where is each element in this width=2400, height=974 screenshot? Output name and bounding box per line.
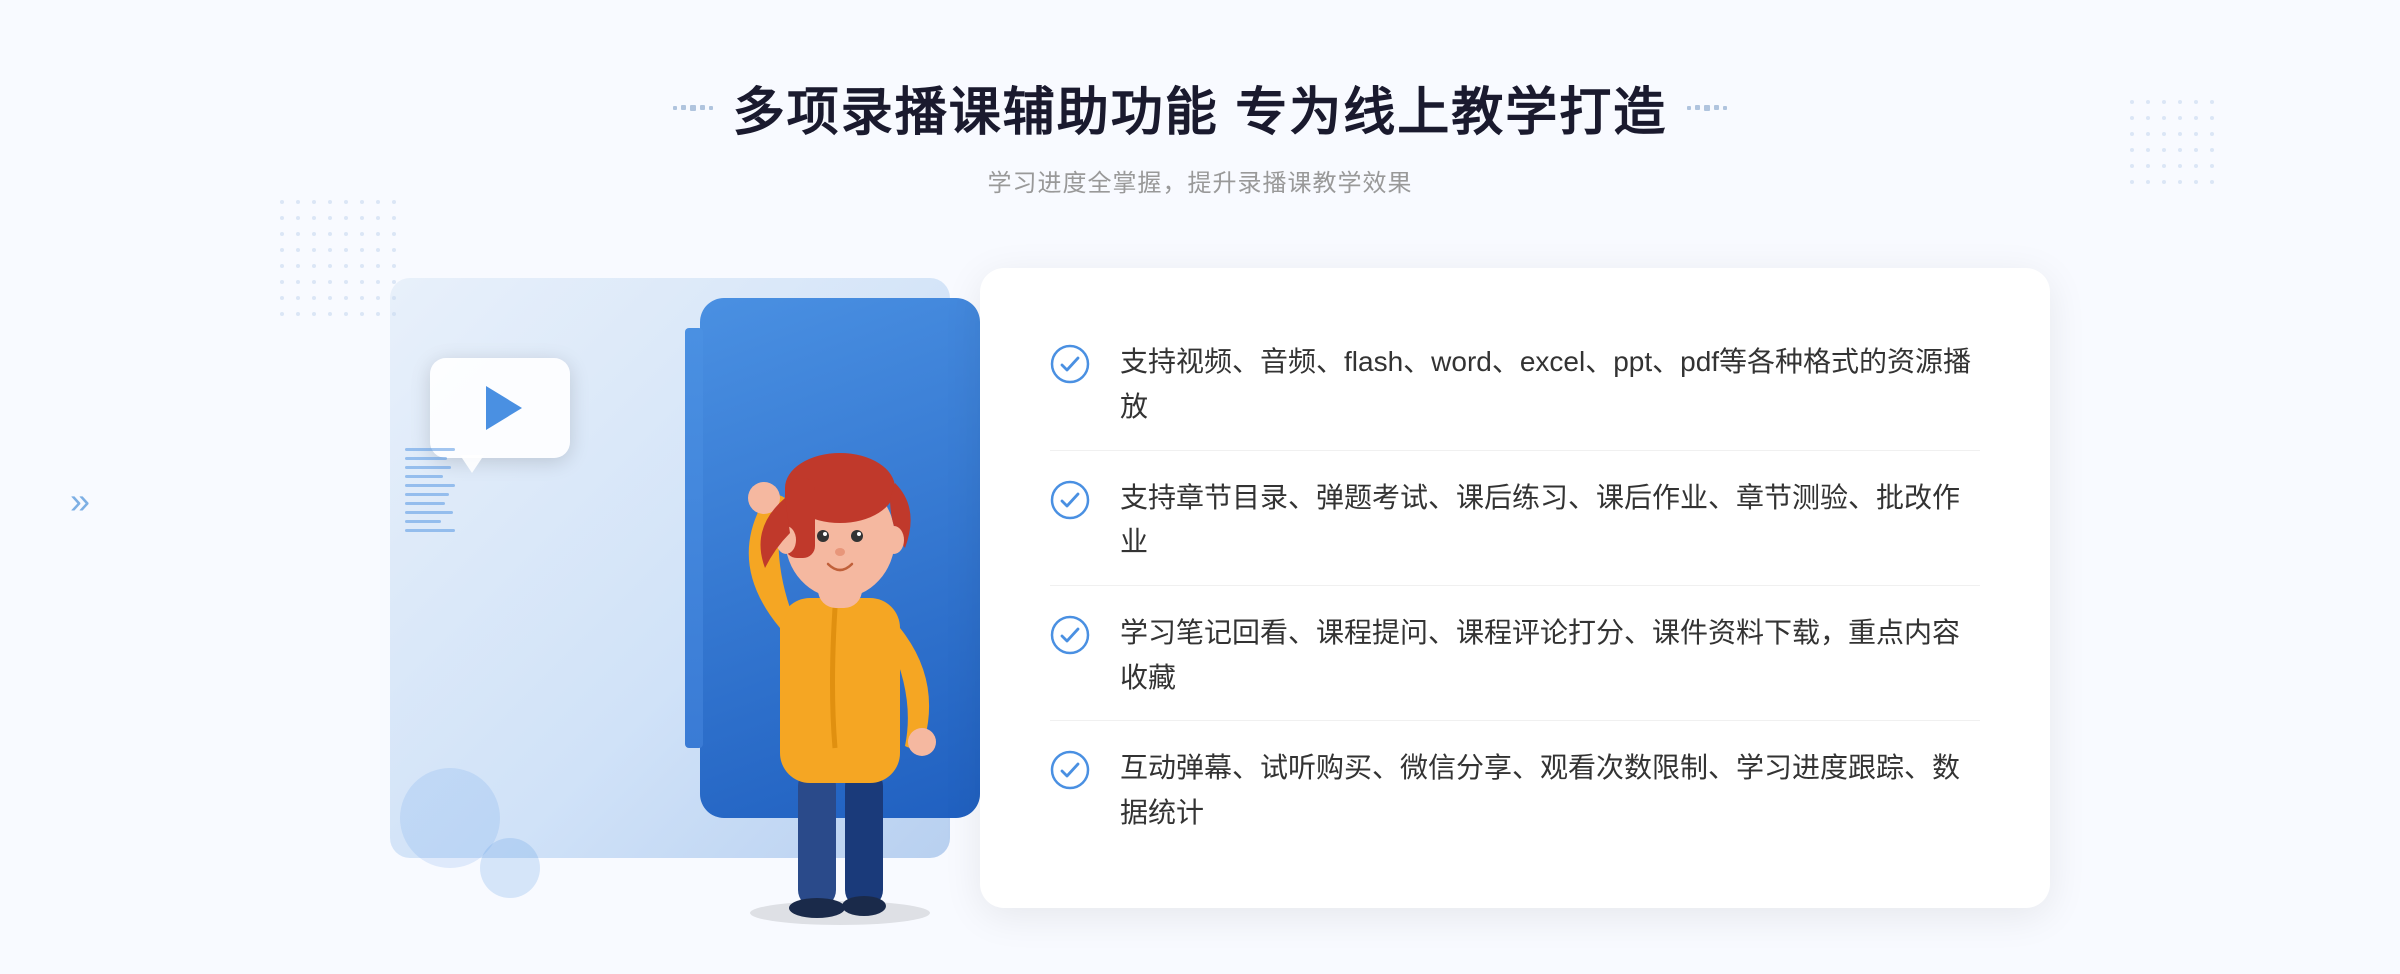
stripe-decoration bbox=[405, 448, 455, 568]
check-icon-1 bbox=[1050, 344, 1090, 384]
feature-item: 学习笔记回看、课程提问、课程评论打分、课件资料下载，重点内容收藏 bbox=[1050, 591, 1980, 722]
title-row: 多项录播课辅助功能 专为线上教学打造 bbox=[673, 70, 1727, 145]
dot-r1 bbox=[1687, 106, 1691, 110]
dot-r3 bbox=[1704, 105, 1710, 111]
feature-text-4: 互动弹幕、试听购买、微信分享、观看次数限制、学习进度跟踪、数据统计 bbox=[1120, 746, 1980, 836]
chevron-decoration: » bbox=[70, 480, 90, 522]
illustration-area: // Rendered inline via style below bbox=[350, 248, 1010, 928]
dot-r4 bbox=[1714, 105, 1719, 110]
feature-text-1: 支持视频、音频、flash、word、excel、ppt、pdf等各种格式的资源… bbox=[1120, 340, 1980, 430]
header-section: 多项录播课辅助功能 专为线上教学打造 学习进度全掌握，提升录播课教学效果 bbox=[673, 0, 1727, 198]
feature-item: 支持视频、音频、flash、word、excel、ppt、pdf等各种格式的资源… bbox=[1050, 320, 1980, 451]
feature-item: 支持章节目录、弹题考试、课后练习、课后作业、章节测验、批改作业 bbox=[1050, 456, 1980, 587]
page-title: 多项录播课辅助功能 专为线上教学打造 bbox=[733, 70, 1667, 145]
dot-r5 bbox=[1723, 106, 1727, 110]
feature-text-2: 支持章节目录、弹题考试、课后练习、课后作业、章节测验、批改作业 bbox=[1120, 476, 1980, 566]
chat-bubble bbox=[430, 358, 570, 458]
main-content: // Rendered inline via style below 支持视频、… bbox=[350, 248, 2050, 928]
check-icon-4 bbox=[1050, 750, 1090, 790]
dot-5 bbox=[709, 106, 713, 110]
check-icon-2 bbox=[1050, 480, 1090, 520]
right-title-decoration bbox=[1687, 105, 1727, 111]
play-triangle-icon bbox=[486, 386, 522, 430]
figure-illustration bbox=[690, 368, 990, 928]
dot-pattern-right bbox=[2130, 100, 2220, 190]
dot-r2 bbox=[1695, 105, 1700, 110]
dot-3 bbox=[690, 105, 696, 111]
page-container: 多项录播课辅助功能 专为线上教学打造 学习进度全掌握，提升录播课教学效果 » bbox=[0, 0, 2400, 974]
feature-text-3: 学习笔记回看、课程提问、课程评论打分、课件资料下载，重点内容收藏 bbox=[1120, 611, 1980, 701]
dot-pattern-left bbox=[280, 200, 402, 322]
play-icon-area bbox=[430, 358, 570, 458]
dot-4 bbox=[700, 105, 705, 110]
circle-deco-small bbox=[480, 838, 540, 898]
feature-item: 互动弹幕、试听购买、微信分享、观看次数限制、学习进度跟踪、数据统计 bbox=[1050, 726, 1980, 856]
left-title-decoration bbox=[673, 105, 713, 111]
features-panel: 支持视频、音频、flash、word、excel、ppt、pdf等各种格式的资源… bbox=[980, 268, 2050, 908]
check-icon-3 bbox=[1050, 615, 1090, 655]
dot-2 bbox=[681, 105, 686, 110]
page-subtitle: 学习进度全掌握，提升录播课教学效果 bbox=[673, 163, 1727, 198]
dot-1 bbox=[673, 106, 677, 110]
